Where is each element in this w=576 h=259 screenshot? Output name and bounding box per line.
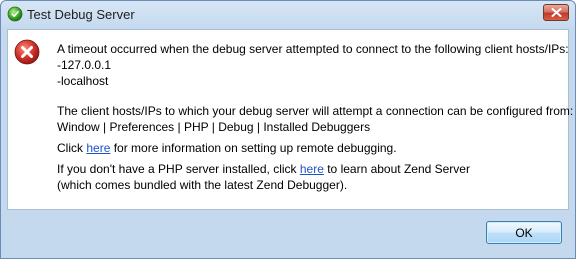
close-button[interactable] bbox=[543, 4, 569, 21]
ok-button[interactable]: OK bbox=[486, 221, 562, 244]
message-line-remote-debugging: Click here for more information on setti… bbox=[57, 140, 573, 156]
text-click: Click bbox=[57, 141, 87, 155]
remote-debugging-link[interactable]: here bbox=[86, 141, 110, 155]
message-line-configure: The client hosts/IPs to which your debug… bbox=[57, 104, 574, 118]
zend-server-link[interactable]: here bbox=[300, 162, 324, 176]
message-line-host-localhost: -localhost bbox=[57, 74, 109, 88]
button-bar: OK bbox=[1, 210, 575, 258]
dialog-window: Test Debug Server A timeout occurred whe… bbox=[0, 0, 576, 259]
window-title: Test Debug Server bbox=[27, 7, 135, 22]
message-line-zend-debugger: (which comes bundled with the latest Zen… bbox=[57, 178, 348, 192]
error-icon bbox=[14, 39, 40, 65]
message-line-zend-server: If you don't have a PHP server installed… bbox=[57, 161, 573, 177]
app-icon bbox=[7, 6, 23, 22]
message-line-menu-path: Window | Preferences | PHP | Debug | Ins… bbox=[57, 120, 371, 134]
message-line-timeout: A timeout occurred when the debug server… bbox=[57, 42, 569, 56]
close-icon bbox=[551, 8, 562, 17]
message-line-host-ip: -127.0.0.1 bbox=[57, 58, 112, 72]
title-bar[interactable]: Test Debug Server bbox=[1, 1, 575, 29]
text-remote-debugging: for more information on setting up remot… bbox=[110, 141, 397, 155]
message-text: A timeout occurred when the debug server… bbox=[57, 41, 573, 193]
message-area: A timeout occurred when the debug server… bbox=[7, 29, 573, 210]
text-zend-server: to learn about Zend Server bbox=[323, 162, 470, 176]
text-no-php-server: If you don't have a PHP server installed… bbox=[57, 162, 300, 176]
